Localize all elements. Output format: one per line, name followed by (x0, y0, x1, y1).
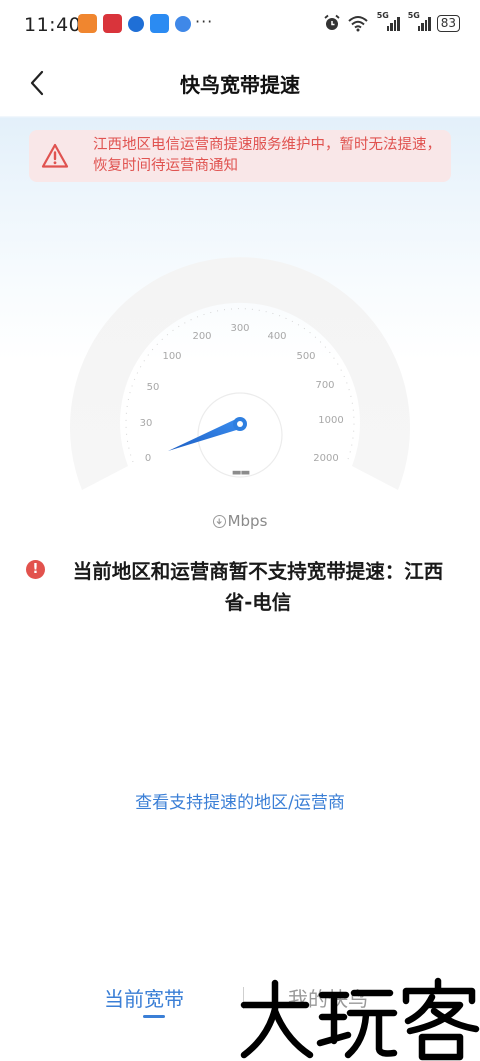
scale-label: 2000 (313, 453, 338, 464)
status-bar: 11:40 ··· 5G 5G 83 (0, 0, 480, 52)
cellular-signal-icon: 5G (377, 11, 400, 31)
download-icon (212, 515, 226, 528)
app-notification-icon (78, 14, 97, 33)
scale-label: 700 (315, 380, 334, 391)
supported-regions-link[interactable]: 查看支持提速的地区/运营商 (0, 788, 480, 813)
status-indicators: 5G 5G 83 (323, 11, 460, 32)
nav-bar: 快鸟宽带提速 (0, 52, 480, 116)
scale-label: 100 (162, 351, 181, 362)
unsupported-region-text: 当前地区和运营商暂不支持宽带提速：江西省-电信 (72, 560, 444, 614)
exclamation-circle-icon: ! (26, 560, 45, 579)
speed-unit-text: Mbps (227, 512, 268, 530)
maintenance-alert: 江西地区电信运营商提速服务维护中，暂时无法提速，恢复时间待运营商通知 (29, 130, 451, 182)
scale-label: 50 (147, 382, 160, 393)
app-notification-icon (128, 15, 144, 32)
alarm-icon (324, 14, 340, 30)
page-title: 快鸟宽带提速 (180, 73, 300, 97)
alert-message: 江西地区电信运营商提速服务维护中，暂时无法提速，恢复时间待运营商通知 (93, 137, 441, 174)
scale-label: 200 (192, 331, 211, 342)
speed-unit: Mbps (0, 512, 480, 530)
status-app-icons (78, 14, 191, 33)
gauge-outer-arc (69, 257, 410, 490)
gauge-needle (168, 419, 243, 451)
app-notification-icon (175, 15, 191, 32)
cellular-signal-icon: 5G (408, 11, 431, 31)
speed-gauge: 0 30 50 100 200 300 400 500 700 1000 200… (69, 257, 410, 490)
more-notifications-icon: ··· (195, 12, 214, 31)
watermark-logo (240, 977, 480, 1061)
speed-reading: -- (231, 457, 250, 487)
gauge-needle-hub-center (237, 421, 243, 427)
scale-label: 30 (140, 418, 153, 429)
scale-label: 0 (145, 453, 151, 464)
app-notification-icon (103, 14, 122, 33)
scale-label: 300 (230, 323, 249, 334)
active-tab-indicator (143, 1015, 165, 1018)
app-notification-icon (150, 14, 169, 33)
signal-tag: 5G (407, 11, 420, 20)
signal-tag: 5G (376, 11, 389, 20)
scale-label: 1000 (318, 415, 343, 426)
speed-boost-page: 11:40 ··· 5G 5G 83 快鸟宽带提速 江西地区电信运营商提速服务维… (0, 0, 480, 1061)
warning-triangle-icon (41, 143, 69, 168)
tab-current-broadband[interactable]: 当前宽带 (104, 983, 184, 1012)
status-time: 11:40 (24, 14, 82, 36)
wifi-icon (348, 16, 368, 32)
battery-indicator: 83 (436, 14, 460, 32)
scale-label: 500 (296, 351, 315, 362)
scale-label: 400 (267, 331, 286, 342)
